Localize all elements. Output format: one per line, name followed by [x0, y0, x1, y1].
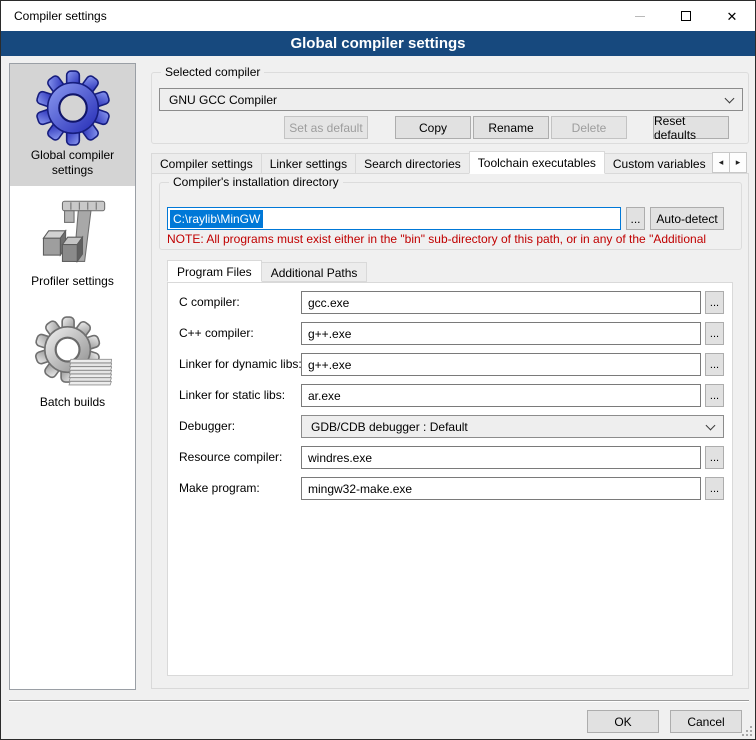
minimize-button[interactable] — [617, 1, 663, 31]
compiler-settings-dialog: Compiler settings ✕ Global compiler sett… — [0, 0, 756, 740]
bin-subdirectory-note: NOTE: All programs must exist either in … — [167, 232, 741, 246]
chevron-down-icon — [725, 93, 735, 103]
dynamic-linker-label: Linker for dynamic libs: — [179, 353, 302, 376]
debugger-value: GDB/CDB debugger : Default — [311, 420, 468, 434]
browse-c-compiler-button[interactable]: ... — [705, 291, 724, 314]
browse-install-dir-button[interactable]: ... — [626, 207, 645, 230]
auto-detect-button[interactable]: Auto-detect — [650, 207, 724, 230]
arrow-right-icon: ▸ — [736, 157, 741, 168]
debugger-dropdown[interactable]: GDB/CDB debugger : Default — [301, 415, 724, 438]
resource-compiler-label: Resource compiler: — [179, 446, 282, 469]
close-icon: ✕ — [727, 10, 738, 23]
dynamic-linker-input[interactable] — [301, 353, 701, 376]
field-row-c-compiler: C compiler: ... — [167, 291, 733, 314]
browse-make-program-button[interactable]: ... — [705, 477, 724, 500]
static-linker-input[interactable] — [301, 384, 701, 407]
selected-compiler-value: GNU GCC Compiler — [169, 93, 277, 107]
maximize-button[interactable] — [663, 1, 709, 31]
browse-dynamic-linker-button[interactable]: ... — [705, 353, 724, 376]
resize-grip[interactable] — [742, 726, 752, 736]
cpp-compiler-input[interactable] — [301, 322, 701, 345]
dialog-header: Global compiler settings — [1, 31, 755, 56]
field-row-static-linker: Linker for static libs: ... — [167, 384, 733, 407]
arrow-left-icon: ◂ — [719, 157, 724, 168]
cancel-button[interactable]: Cancel — [670, 710, 742, 733]
browse-static-linker-button[interactable]: ... — [705, 384, 724, 407]
minimize-icon — [635, 16, 645, 17]
rename-button[interactable]: Rename — [473, 116, 549, 139]
copy-button[interactable]: Copy — [395, 116, 471, 139]
static-linker-label: Linker for static libs: — [179, 384, 285, 407]
field-row-debugger: Debugger: GDB/CDB debugger : Default — [167, 415, 733, 438]
sidebar-item-profiler-settings[interactable]: Profiler settings — [10, 190, 135, 297]
install-dir-input[interactable]: C:\raylib\MinGW — [167, 207, 621, 230]
close-button[interactable]: ✕ — [709, 1, 755, 31]
selected-compiler-group-label: Selected compiler — [161, 65, 264, 79]
tab-compiler-settings[interactable]: Compiler settings — [151, 153, 262, 174]
delete-button[interactable]: Delete — [551, 116, 627, 139]
chevron-down-icon — [706, 420, 716, 430]
sidebar-item-label: Profiler settings — [13, 274, 132, 289]
settings-category-list: Global compiler settings — [9, 63, 136, 690]
tab-scroller: ◂ ▸ — [713, 152, 747, 173]
tab-search-directories[interactable]: Search directories — [355, 153, 470, 174]
settings-tab-bar: Compiler settings Linker settings Search… — [151, 151, 713, 174]
tab-linker-settings[interactable]: Linker settings — [261, 153, 356, 174]
window-title: Compiler settings — [14, 9, 107, 23]
cpp-compiler-label: C++ compiler: — [179, 322, 254, 345]
tab-scroll-right-button[interactable]: ▸ — [729, 152, 747, 173]
c-compiler-label: C compiler: — [179, 291, 240, 314]
caption-buttons: ✕ — [617, 1, 755, 31]
dialog-header-title: Global compiler settings — [290, 35, 465, 52]
field-row-resource-compiler: Resource compiler: ... — [167, 446, 733, 469]
gray-gear-stack-icon — [13, 315, 132, 395]
debugger-label: Debugger: — [179, 415, 235, 438]
browse-cpp-compiler-button[interactable]: ... — [705, 322, 724, 345]
sidebar-item-label: Batch builds — [13, 395, 132, 410]
tab-additional-paths[interactable]: Additional Paths — [261, 262, 368, 282]
resource-compiler-input[interactable] — [301, 446, 701, 469]
make-program-label: Make program: — [179, 477, 260, 500]
tab-toolchain-executables[interactable]: Toolchain executables — [469, 151, 605, 174]
set-as-default-button[interactable]: Set as default — [284, 116, 368, 139]
sidebar-item-global-compiler-settings[interactable]: Global compiler settings — [10, 64, 135, 186]
install-dir-value: C:\raylib\MinGW — [170, 210, 263, 228]
tab-program-files[interactable]: Program Files — [167, 260, 262, 282]
tab-custom-variables[interactable]: Custom variables — [604, 153, 713, 174]
field-row-make-program: Make program: ... — [167, 477, 733, 500]
make-program-input[interactable] — [301, 477, 701, 500]
tab-scroll-left-button[interactable]: ◂ — [712, 152, 730, 173]
field-row-dynamic-linker: Linker for dynamic libs: ... — [167, 353, 733, 376]
install-dir-group-label: Compiler's installation directory — [169, 175, 343, 189]
sidebar-item-batch-builds[interactable]: Batch builds — [10, 311, 135, 418]
browse-resource-compiler-button[interactable]: ... — [705, 446, 724, 469]
caliper-icon — [13, 194, 132, 274]
ok-button[interactable]: OK — [587, 710, 659, 733]
maximize-icon — [681, 11, 691, 21]
c-compiler-input[interactable] — [301, 291, 701, 314]
field-row-cpp-compiler: C++ compiler: ... — [167, 322, 733, 345]
selected-compiler-dropdown[interactable]: GNU GCC Compiler — [159, 88, 743, 111]
titlebar[interactable]: Compiler settings ✕ — [1, 1, 755, 31]
footer-separator — [9, 700, 749, 702]
program-files-tab-bar: Program Files Additional Paths — [167, 260, 366, 282]
blue-gear-icon — [13, 68, 132, 148]
sidebar-item-label: Global compiler settings — [13, 148, 132, 178]
reset-defaults-button[interactable]: Reset defaults — [653, 116, 729, 139]
